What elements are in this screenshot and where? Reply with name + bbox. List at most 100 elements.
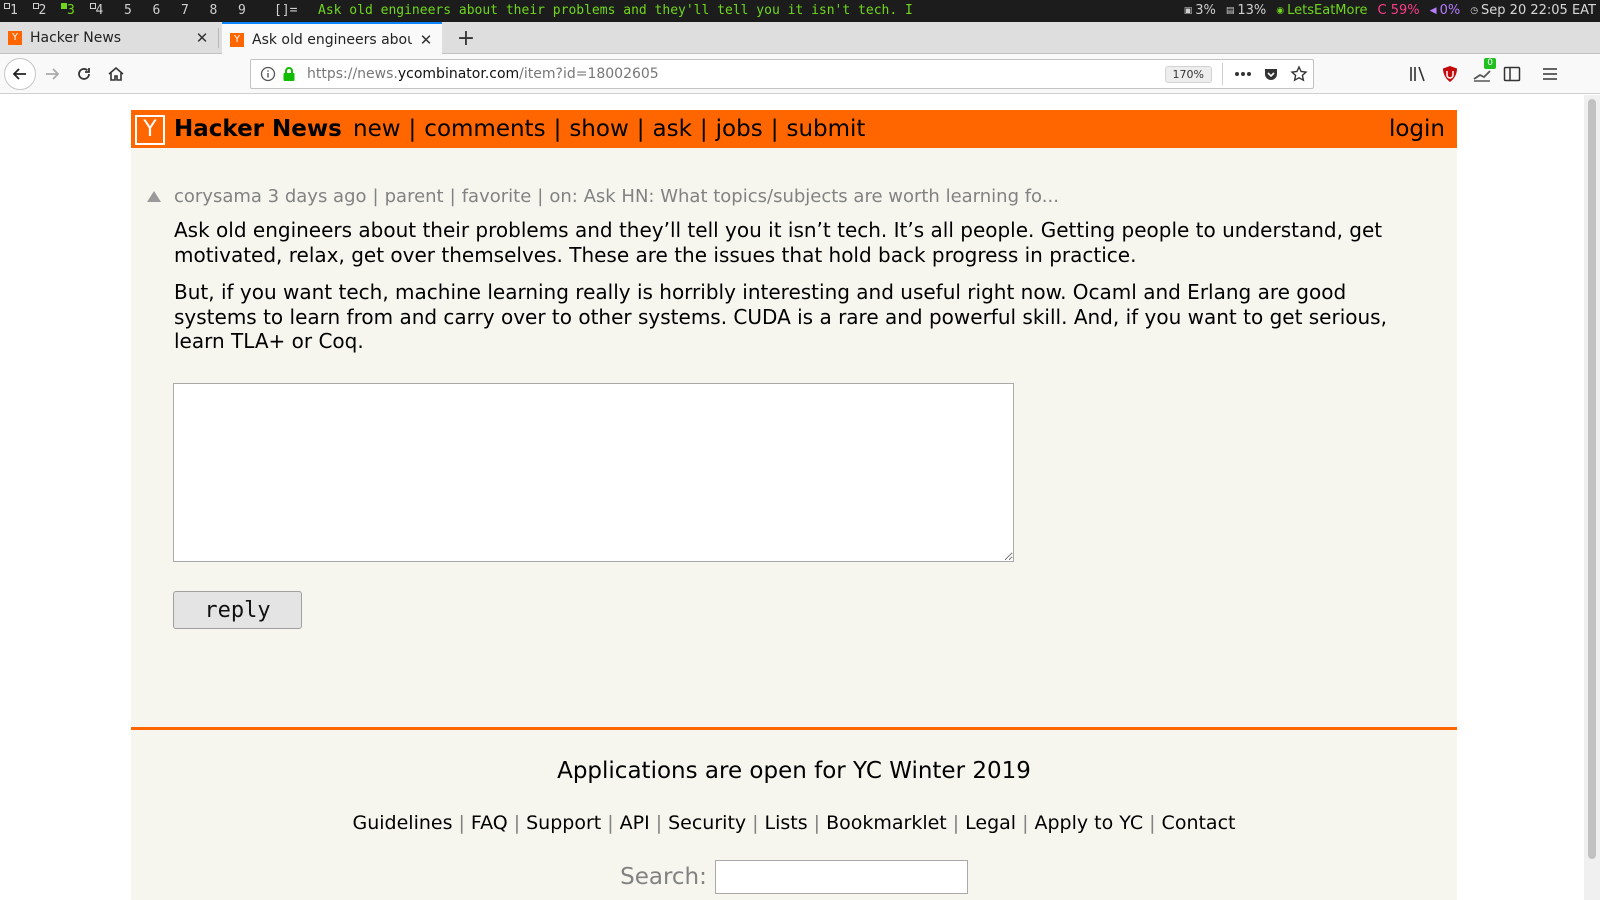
- hn-favicon-icon: Y: [8, 31, 22, 45]
- library-icon: [1410, 66, 1425, 82]
- nav-separator: |: [636, 116, 645, 142]
- nav-separator: |: [553, 116, 562, 142]
- star-icon: [1290, 65, 1308, 82]
- reply-textarea[interactable]: [173, 383, 1014, 562]
- reply-button[interactable]: reply: [173, 591, 302, 629]
- clock: ◷ Sep 20 22:05 EAT: [1470, 3, 1596, 18]
- url-bar[interactable]: https://news.ycombinator.com/item?id=180…: [250, 59, 1314, 89]
- yc-applications-link[interactable]: Applications are open for YC Winter 2019: [131, 758, 1457, 784]
- hamburger-icon: [1543, 68, 1557, 80]
- favorite-link[interactable]: favorite: [462, 186, 532, 207]
- comment-paragraph: But, if you want tech, machine learning …: [174, 280, 1387, 353]
- layout-indicator[interactable]: []=: [274, 3, 297, 18]
- more-dots-icon: [1235, 72, 1251, 76]
- meta-separator: |: [537, 186, 544, 207]
- workspace-list: 1 2 3 4 5 6 7 8 9: [4, 3, 261, 19]
- footer-lists[interactable]: Lists: [765, 812, 808, 834]
- hn-header: Y Hacker News new | comments | show | ask | …: [131, 110, 1457, 148]
- scrollbar-thumb[interactable]: [1588, 99, 1596, 859]
- tab-label: Hacker News: [30, 30, 122, 46]
- system-status: ▣ 3% ▤ 13% ◉ LetsEatMore C 59% ◀ 0% ◷ Sep 20 …: [1184, 3, 1596, 18]
- home-button[interactable]: [100, 58, 132, 90]
- extension-badge: 0: [1484, 58, 1496, 69]
- bookmark-button[interactable]: [1285, 60, 1313, 88]
- vertical-scrollbar[interactable]: [1584, 95, 1600, 900]
- footer-bookmarklet[interactable]: Bookmarklet: [826, 812, 947, 834]
- hn-site-name[interactable]: Hacker News: [174, 116, 342, 142]
- close-tab-icon[interactable]: ✕: [418, 31, 434, 49]
- workspace-6[interactable]: 6: [147, 3, 176, 19]
- footer-faq[interactable]: FAQ: [471, 812, 508, 834]
- info-icon[interactable]: [259, 65, 277, 83]
- lock-icon[interactable]: [281, 66, 297, 82]
- cpu-status: ▣ 3%: [1183, 3, 1216, 18]
- comment-user-link[interactable]: corysama: [174, 186, 262, 207]
- workspace-9[interactable]: 9: [232, 3, 261, 19]
- footer-separator: |: [458, 812, 465, 834]
- library-button[interactable]: [1406, 62, 1430, 86]
- nav-new[interactable]: new: [353, 116, 401, 142]
- footer-security[interactable]: Security: [668, 812, 746, 834]
- nav-jobs[interactable]: jobs: [716, 116, 763, 142]
- workspace-8[interactable]: 8: [204, 3, 233, 19]
- footer-support[interactable]: Support: [526, 812, 601, 834]
- wm-status-bar: 1 2 3 4 5 6 7 8 9 []= Ask old engineers …: [0, 0, 1600, 22]
- new-tab-button[interactable]: +: [452, 22, 480, 54]
- nav-separator: |: [770, 116, 779, 142]
- nav-submit[interactable]: submit: [786, 116, 865, 142]
- tab-ask-old-engineers[interactable]: Y Ask old engineers about t ✕: [222, 22, 442, 55]
- page-actions-button[interactable]: [1229, 60, 1257, 88]
- mem-status: ▤ 13%: [1225, 3, 1267, 18]
- url-text[interactable]: https://news.ycombinator.com/item?id=180…: [307, 66, 1165, 82]
- footer-links: Guidelines | FAQ | Support | API | Security | List…: [131, 812, 1457, 834]
- nav-ask[interactable]: ask: [653, 116, 692, 142]
- memory-icon: ▤: [1225, 5, 1235, 16]
- workspace-7[interactable]: 7: [175, 3, 204, 19]
- workspace-2[interactable]: 2: [32, 3, 62, 19]
- workspace-1[interactable]: 1: [4, 3, 33, 19]
- menu-button[interactable]: [1538, 62, 1562, 86]
- url-divider: [1222, 63, 1223, 85]
- workspace-5[interactable]: 5: [118, 3, 147, 19]
- nav-show[interactable]: show: [569, 116, 628, 142]
- footer-contact[interactable]: Contact: [1162, 812, 1236, 834]
- workspace-3[interactable]: 3: [61, 3, 90, 19]
- back-arrow-icon: [12, 68, 26, 80]
- sidebar-button[interactable]: [1500, 62, 1524, 86]
- battery-status: C 59%: [1377, 3, 1420, 18]
- extension-button[interactable]: 0: [1470, 58, 1496, 86]
- footer-divider: [131, 727, 1457, 730]
- zoom-indicator[interactable]: 170%: [1164, 65, 1212, 83]
- volume-icon: ◀: [1429, 5, 1437, 16]
- comment-header: corysama 3 days ago | parent | favorite | on: …: [174, 186, 1059, 207]
- tab-hacker-news[interactable]: Y Hacker News ✕: [0, 22, 218, 54]
- login-link[interactable]: login: [1389, 116, 1445, 142]
- clock-icon: ◷: [1470, 5, 1479, 16]
- sidebar-icon: [1503, 66, 1521, 82]
- footer-api[interactable]: API: [620, 812, 650, 834]
- comment-age-link[interactable]: 3 days ago: [268, 186, 367, 207]
- nav-separator: |: [408, 116, 417, 142]
- pocket-button[interactable]: [1257, 60, 1285, 88]
- cpu-icon: ▣: [1183, 5, 1193, 16]
- search-input[interactable]: [714, 860, 968, 894]
- ublock-button[interactable]: [1438, 62, 1462, 86]
- meta-separator: |: [449, 186, 456, 207]
- close-tab-icon[interactable]: ✕: [194, 29, 210, 47]
- back-button[interactable]: [4, 58, 36, 90]
- pocket-icon: [1265, 69, 1277, 80]
- story-link[interactable]: Ask HN: What topics/subjects are worth l…: [584, 186, 1059, 207]
- hn-page: Y Hacker News new | comments | show | ask | …: [131, 110, 1457, 900]
- parent-link[interactable]: parent: [385, 186, 444, 207]
- volume-status: ◀ 0%: [1429, 3, 1461, 18]
- footer-legal[interactable]: Legal: [965, 812, 1016, 834]
- footer-apply-yc[interactable]: Apply to YC: [1035, 812, 1144, 834]
- nav-comments[interactable]: comments: [424, 116, 545, 142]
- hn-nav: new | comments | show | ask | jobs | submit: [353, 116, 865, 142]
- reload-button[interactable]: [68, 58, 100, 90]
- forward-button[interactable]: [36, 58, 68, 90]
- upvote-arrow-icon[interactable]: [147, 191, 161, 202]
- hn-logo[interactable]: Y: [135, 115, 165, 145]
- footer-guidelines[interactable]: Guidelines: [353, 812, 453, 834]
- workspace-4[interactable]: 4: [89, 3, 119, 19]
